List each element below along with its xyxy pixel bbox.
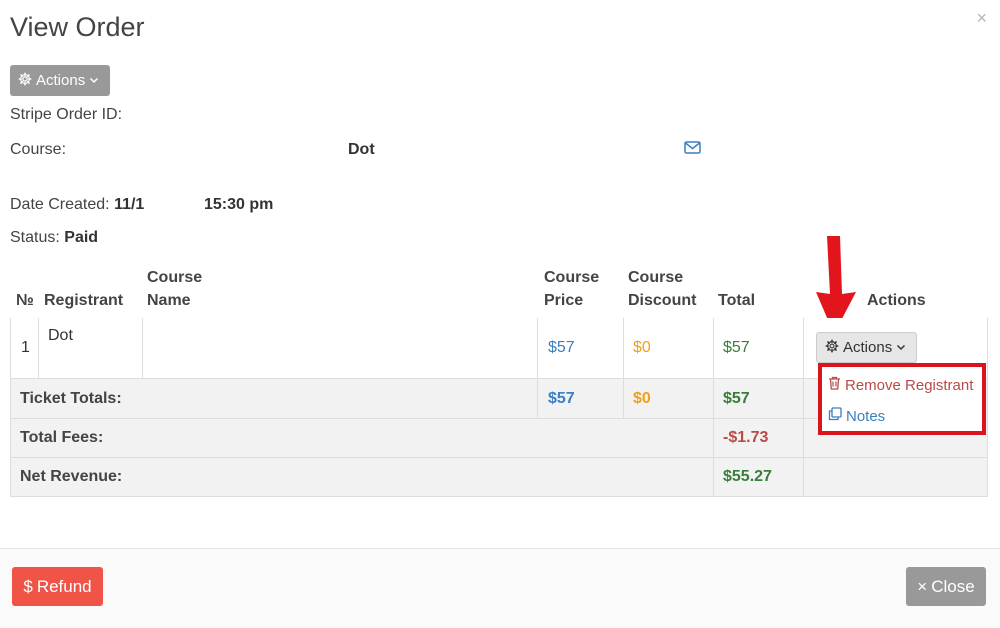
header-registrant: Registrant: [44, 292, 124, 309]
header-course-discount-line2: Discount: [628, 292, 697, 309]
header-course-name-line1: Course: [147, 269, 203, 286]
header-num: №: [16, 292, 34, 309]
total-fees-label: Total Fees:: [20, 429, 104, 446]
header-course-price-line2: Price: [544, 292, 584, 309]
refund-button[interactable]: $ Refund: [12, 567, 103, 606]
trash-icon: [828, 376, 841, 394]
chevron-down-icon: [89, 72, 99, 89]
remove-registrant-menu-item[interactable]: Remove Registrant: [828, 376, 973, 394]
net-revenue-label: Net Revenue:: [20, 468, 123, 485]
ticket-totals-discount: $0: [633, 389, 651, 407]
status-value: Paid: [64, 229, 99, 246]
row-num: 1: [21, 339, 30, 356]
header-course-discount: Course Discount: [628, 266, 696, 312]
ticket-totals-total: $57: [723, 389, 750, 407]
remove-registrant-label: Remove Registrant: [845, 376, 974, 394]
course-label: Course:: [10, 141, 67, 158]
net-revenue-row: Net Revenue: $55.27: [10, 457, 988, 497]
row-actions-button[interactable]: Actions: [816, 332, 917, 363]
copy-icon: [828, 407, 842, 425]
header-total: Total: [718, 292, 756, 309]
date-created-row: Date Created: 11/1: [10, 196, 144, 214]
date-created-label: Date Created:: [10, 196, 110, 213]
course-value: Dot: [348, 141, 375, 158]
time-created-value: 15:30 pm: [204, 196, 274, 213]
page-title: View Order: [10, 12, 145, 42]
close-button[interactable]: × Close: [906, 567, 986, 606]
actions-dropdown-button[interactable]: Actions: [10, 65, 110, 96]
header-course-price-line1: Course: [544, 269, 600, 286]
header-course-price: Course Price: [544, 266, 599, 312]
close-icon[interactable]: ×: [976, 8, 987, 29]
modal-footer: [0, 548, 1000, 628]
header-course-name-line2: Name: [147, 292, 191, 309]
date-created-value: 11/1: [114, 196, 145, 213]
header-course-discount-line1: Course: [628, 269, 684, 286]
row-discount: $0: [633, 339, 651, 356]
total-fees-total: -$1.73: [723, 429, 769, 446]
row-total: $57: [723, 339, 750, 356]
ticket-totals-label: Ticket Totals:: [20, 389, 122, 407]
envelope-icon[interactable]: [684, 141, 701, 159]
header-actions: Actions: [867, 292, 926, 309]
chevron-down-icon: [896, 339, 906, 356]
status-row: Status: Paid: [10, 229, 98, 247]
close-icon: ×: [917, 576, 928, 596]
actions-dropdown-menu: Remove Registrant Notes: [818, 363, 986, 435]
stripe-order-id-label: Stripe Order ID:: [10, 106, 123, 123]
notes-menu-item[interactable]: Notes: [828, 407, 885, 425]
net-revenue-total: $55.27: [723, 468, 772, 485]
gear-icon: [18, 72, 32, 90]
ticket-totals-price: $57: [548, 389, 575, 407]
status-label: Status:: [10, 229, 60, 246]
header-course-name: Course Name: [147, 266, 202, 312]
actions-label: Actions: [36, 72, 86, 89]
gear-icon: [825, 339, 839, 357]
row-actions-label: Actions: [843, 339, 893, 356]
notes-label: Notes: [846, 407, 886, 425]
dollar-icon: $: [23, 576, 33, 596]
close-label: Close: [931, 576, 975, 596]
row-price: $57: [548, 339, 575, 356]
row-registrant: Dot: [48, 327, 73, 344]
refund-label: Refund: [36, 576, 92, 596]
